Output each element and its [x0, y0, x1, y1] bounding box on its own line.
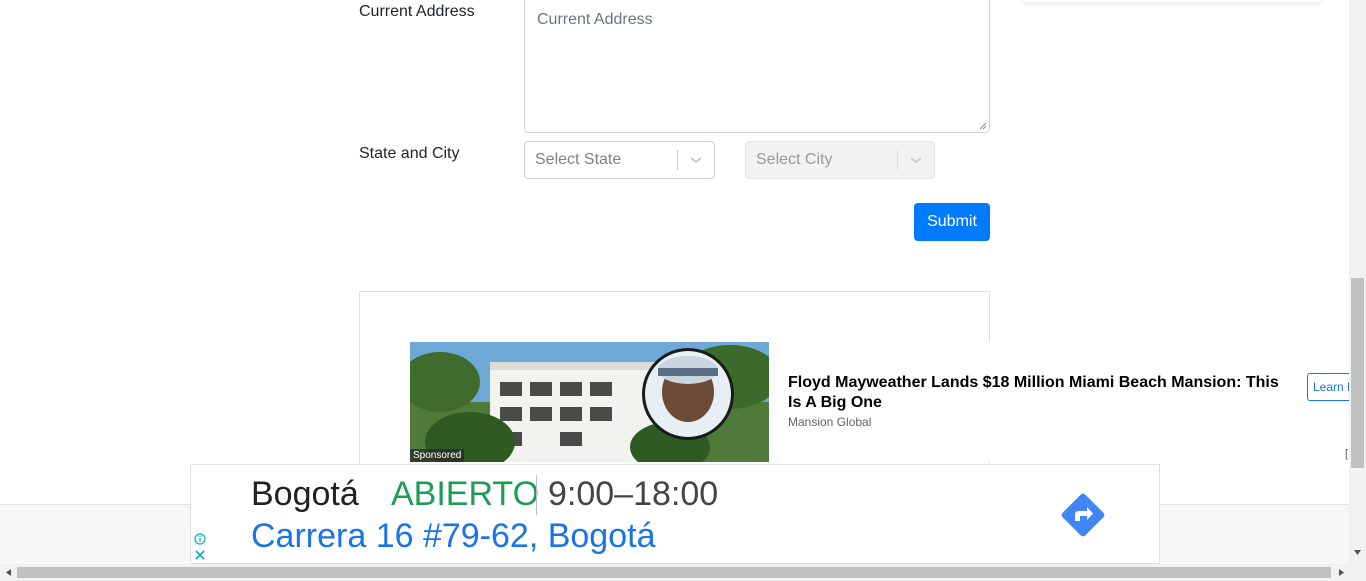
map-ad-address[interactable]: Carrera 16 #79-62, Bogotá — [251, 517, 655, 556]
scroll-right-arrow-icon[interactable] — [1337, 568, 1346, 577]
city-select-placeholder: Select City — [756, 151, 833, 168]
vertical-scrollbar[interactable] — [1349, 0, 1366, 564]
learn-more-button[interactable]: Learn More — [1307, 373, 1350, 401]
horizontal-scrollbar-thumb[interactable] — [17, 567, 1331, 578]
ad-headline[interactable]: Floyd Mayweather Lands $18 Million Miami… — [788, 373, 1288, 413]
state-city-label: State and City — [359, 145, 460, 162]
sidebar-card-edge — [1022, 0, 1322, 2]
current-address-label: Current Address — [359, 3, 475, 20]
horizontal-scrollbar[interactable] — [0, 564, 1366, 581]
vertical-scrollbar-thumb[interactable] — [1351, 278, 1364, 468]
scroll-down-arrow-icon[interactable] — [1353, 548, 1362, 557]
native-ad[interactable]: Sponsored Floyd Mayweather Lands $18 Mil… — [410, 342, 1350, 462]
city-select[interactable]: Select City — [745, 141, 935, 179]
state-select-placeholder: Select State — [535, 151, 622, 168]
map-ad-status: ABIERTO — [391, 475, 540, 513]
submit-button[interactable]: Submit — [914, 203, 990, 241]
sponsored-label: Sponsored — [410, 449, 465, 462]
chevron-down-icon[interactable] — [678, 142, 714, 178]
ad-source: Mansion Global — [788, 415, 872, 429]
ad-image[interactable]: Sponsored — [410, 342, 769, 462]
map-ad-hours: 9:00–18:00 — [548, 475, 719, 513]
state-select[interactable]: Select State — [524, 141, 715, 179]
info-icon[interactable] — [194, 533, 206, 545]
current-address-textarea[interactable]: Current Address — [524, 0, 990, 133]
chevron-down-icon[interactable] — [898, 142, 934, 178]
resize-handle-icon[interactable] — [979, 122, 987, 130]
ad-choices-bracket[interactable]: [ — [1345, 448, 1348, 460]
map-ad-banner[interactable]: Bogotá ABIERTO 9:00–18:00 Carrera 16 #79… — [190, 464, 1160, 564]
scroll-left-arrow-icon[interactable] — [4, 568, 13, 577]
close-icon[interactable] — [194, 549, 206, 561]
current-address-placeholder: Current Address — [537, 11, 653, 28]
directions-icon[interactable] — [1057, 489, 1109, 541]
map-ad-city: Bogotá — [251, 475, 359, 513]
map-ad-divider — [536, 475, 537, 515]
